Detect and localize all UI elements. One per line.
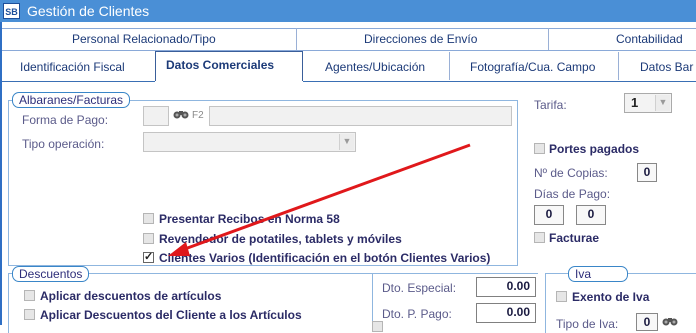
annotation-arrow [168, 143, 471, 256]
